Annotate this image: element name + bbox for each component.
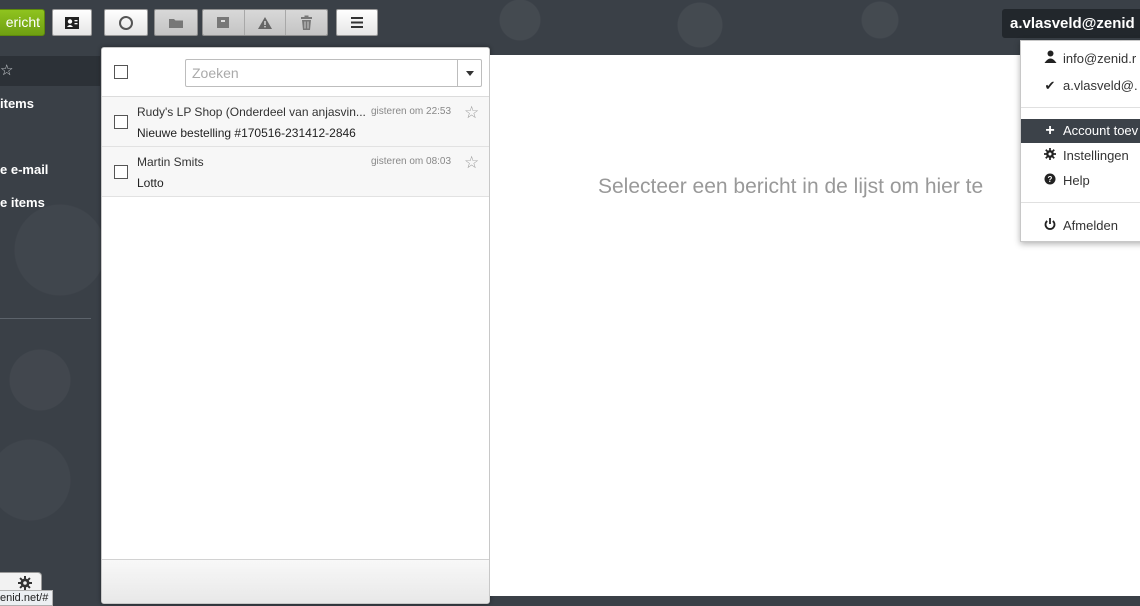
move-folder-button[interactable] xyxy=(154,9,198,36)
message-subject: Lotto xyxy=(137,176,164,190)
folder-sidebar: ☆ items e e-mail e items xyxy=(0,56,100,606)
power-icon xyxy=(1042,214,1058,238)
search-input[interactable] xyxy=(186,60,458,86)
settings-label: Instellingen xyxy=(1063,148,1129,163)
message-subject: Nieuwe bestelling #170516-231412-2846 xyxy=(137,126,356,140)
message-checkbox[interactable] xyxy=(114,165,128,179)
sidebar-divider xyxy=(0,318,91,319)
empty-reading-pane-text: Selecteer een bericht in de lijst om hie… xyxy=(598,175,984,198)
add-account-item[interactable]: + Account toev xyxy=(1021,119,1140,143)
contacts-button[interactable] xyxy=(52,9,92,36)
spam-icon xyxy=(258,16,272,29)
star-icon: ☆ xyxy=(0,62,14,79)
sidebar-item-label: e e-mail xyxy=(0,162,49,177)
help-label: Help xyxy=(1063,173,1090,188)
chevron-down-icon xyxy=(465,70,474,76)
more-menu-button[interactable] xyxy=(336,9,378,36)
identity-item-current[interactable]: ✔ a.vlasveld@. xyxy=(1021,74,1140,98)
folder-icon xyxy=(169,18,183,28)
message-list-footer xyxy=(102,559,489,603)
logout-item[interactable]: Afmelden xyxy=(1021,214,1140,238)
spam-button[interactable] xyxy=(244,10,287,35)
archive-icon xyxy=(217,17,230,28)
search-options-button[interactable] xyxy=(457,60,481,86)
message-sender: Martin Smits xyxy=(137,155,204,169)
sidebar-item-email[interactable]: e e-mail xyxy=(0,155,100,185)
refresh-button[interactable] xyxy=(104,9,148,36)
message-list-header xyxy=(102,48,489,97)
help-item[interactable]: ? Help xyxy=(1021,169,1140,193)
svg-text:?: ? xyxy=(1048,175,1053,184)
archive-button[interactable] xyxy=(203,10,245,35)
account-menu-button[interactable]: a.vlasveld@zenid xyxy=(1002,9,1140,38)
star-icon[interactable]: ☆ xyxy=(464,153,479,173)
settings-item[interactable]: Instellingen xyxy=(1021,144,1140,168)
new-message-button[interactable]: ericht xyxy=(0,9,45,36)
add-account-label: Account toev xyxy=(1063,123,1139,138)
trash-icon xyxy=(301,15,313,30)
delete-button[interactable] xyxy=(286,10,327,35)
message-date: gisteren om 08:03 xyxy=(371,156,452,167)
identity-label: info@zenid.r xyxy=(1063,51,1137,66)
identity-label: a.vlasveld@. xyxy=(1063,78,1138,93)
sidebar-item-items[interactable]: items xyxy=(0,89,100,119)
help-icon: ? xyxy=(1042,169,1058,193)
user-icon xyxy=(1042,47,1058,71)
message-list-panel: Rudy's LP Shop (Onderdeel van anjasvin..… xyxy=(101,47,490,604)
account-dropdown-menu: info@zenid.r ✔ a.vlasveld@. + Account to… xyxy=(1020,40,1140,242)
message-row[interactable]: Rudy's LP Shop (Onderdeel van anjasvin..… xyxy=(102,97,489,147)
star-icon[interactable]: ☆ xyxy=(464,103,479,123)
gear-icon xyxy=(17,576,32,590)
sidebar-item-label: e items xyxy=(0,195,45,210)
message-actions-group xyxy=(202,9,328,36)
menu-divider xyxy=(1021,107,1140,108)
menu-icon xyxy=(351,17,363,28)
check-icon: ✔ xyxy=(1044,78,1056,93)
message-checkbox[interactable] xyxy=(114,115,128,129)
menu-divider xyxy=(1021,202,1140,203)
message-sender: Rudy's LP Shop (Onderdeel van anjasvin..… xyxy=(137,105,366,119)
gear-icon xyxy=(1042,144,1058,168)
plus-icon: + xyxy=(1045,122,1055,139)
sidebar-item-more-items[interactable]: e items xyxy=(0,188,100,218)
sidebar-item-favorites[interactable]: ☆ xyxy=(0,56,100,86)
message-date: gisteren om 22:53 xyxy=(371,106,452,117)
refresh-icon xyxy=(119,15,133,30)
identity-item-info[interactable]: info@zenid.r xyxy=(1021,47,1140,71)
message-row[interactable]: Martin Smits gisteren om 08:03 ☆ Lotto xyxy=(102,147,489,197)
search-box xyxy=(185,59,482,87)
sidebar-item-label: items xyxy=(0,96,34,111)
select-all-checkbox[interactable] xyxy=(114,65,128,79)
logout-label: Afmelden xyxy=(1063,218,1118,233)
status-bar-url: enid.net/# xyxy=(0,590,54,606)
top-toolbar: ericht a.vlasveld@zenid xyxy=(0,0,1140,46)
contacts-icon xyxy=(65,16,79,29)
